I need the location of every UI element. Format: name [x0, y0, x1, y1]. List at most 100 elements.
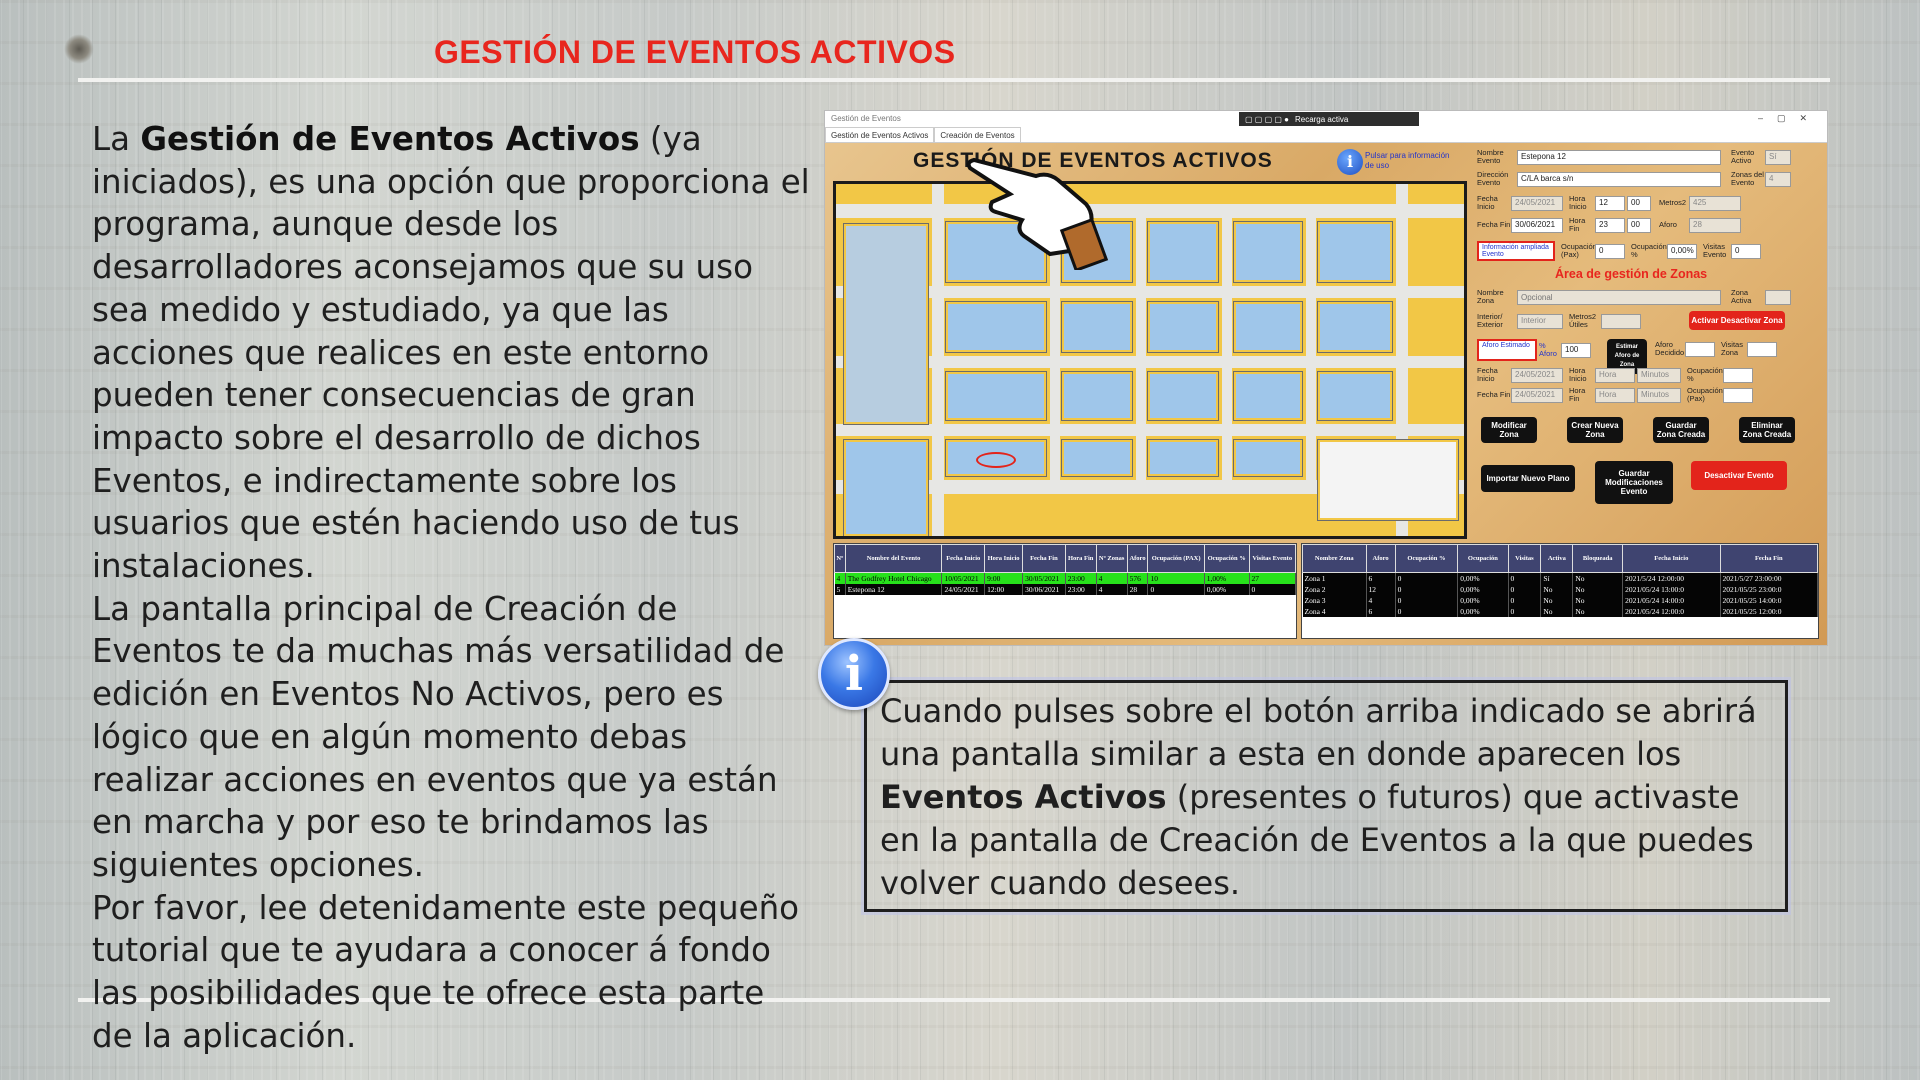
hora-fin-m[interactable]: 00	[1627, 217, 1651, 233]
zones_table-header[interactable]: Ocupación %	[1394, 544, 1459, 573]
events_table-header[interactable]: Fecha Inicio	[941, 544, 986, 573]
table-row[interactable]: Zona 4 6 0 0,00% 0 No No 2021/05/24 12:00:0 2021…	[1302, 606, 1818, 617]
importar-plano-button[interactable]: Importar Nuevo Plano	[1481, 465, 1575, 492]
zones_table-header[interactable]: Activa	[1540, 544, 1574, 573]
metros-utiles-label: Metros2 Útiles	[1569, 312, 1597, 329]
intro-paragraph-3: Por favor, lee detenidamente este pequeñ…	[92, 888, 800, 1055]
events_table-header[interactable]: Fecha Fin	[1022, 544, 1066, 573]
z-fecha-fin-field[interactable]: 24/05/2021	[1511, 387, 1563, 403]
events_table-header[interactable]: Ocupación %	[1203, 544, 1250, 573]
z-hora-fin-h[interactable]: Hora	[1595, 387, 1635, 403]
table-row[interactable]: Zona 1 6 0 0,00% 0 Sí No 2021/5/24 12:00:00 2021…	[1302, 572, 1818, 584]
zones_table-header[interactable]: Bloqueada	[1572, 544, 1624, 573]
map-block[interactable]	[843, 439, 929, 536]
table-row[interactable]: Zona 2 12 0 0,00% 0 No No 2021/05/24 13:00:0 202…	[1302, 584, 1818, 595]
map-block[interactable]	[1233, 371, 1303, 421]
table-row[interactable]: Zona 3 4 0 0,00% 0 No No 2021/05/24 14:00:0 2021…	[1302, 595, 1818, 606]
map-block[interactable]	[1233, 301, 1303, 353]
tab-gestion-activos[interactable]: Gestión de Eventos Activos	[825, 127, 935, 142]
fecha-inicio-field[interactable]: 24/05/2021	[1511, 195, 1563, 211]
map-street	[932, 184, 944, 536]
table-cell: 12:00	[984, 584, 1024, 595]
hora-inicio-label: Hora Inicio	[1569, 194, 1587, 211]
map-block[interactable]	[1147, 371, 1219, 421]
aforo-field: 28	[1689, 217, 1741, 233]
map-block[interactable]	[1233, 439, 1303, 477]
int-ext-select[interactable]: Interior	[1517, 313, 1563, 329]
aforo-decidido-field[interactable]	[1685, 341, 1715, 357]
map-block[interactable]	[1147, 439, 1219, 477]
map-block[interactable]	[1061, 371, 1133, 421]
fecha-fin-field[interactable]: 30/06/2021	[1511, 217, 1563, 233]
crear-zona-button[interactable]: Crear Nueva Zona	[1567, 417, 1623, 443]
table-row[interactable]: 4 The Godfrey Hotel Chicago 10/05/2021 9:00…	[834, 572, 1296, 584]
z-hora-fin-m[interactable]: Minutos	[1637, 387, 1681, 403]
zones_table-header[interactable]: Aforo	[1365, 544, 1396, 573]
events_table-header[interactable]: Ocupación (PAX)	[1147, 544, 1205, 573]
zones_table-header[interactable]: Nombre Zona	[1302, 544, 1367, 573]
venue-map[interactable]	[833, 181, 1467, 539]
table-row[interactable]: 5 Estepona 12 24/05/2021 12:00 30/06/2021 23:…	[834, 584, 1296, 595]
nombre-evento-field[interactable]: Estepona 12	[1517, 149, 1721, 165]
modificar-zona-button[interactable]: Modificar Zona	[1481, 417, 1537, 443]
events_table-header[interactable]: Hora Inicio	[984, 544, 1024, 573]
window-controls[interactable]: –▢✕	[1758, 113, 1821, 124]
zones_table-header[interactable]: Fecha Inicio	[1622, 544, 1721, 573]
zones_table-header[interactable]: Ocupación	[1457, 544, 1509, 573]
map-block[interactable]	[945, 371, 1047, 421]
nombre-zona-field[interactable]	[1517, 289, 1721, 305]
toolbar-label: Recarga activa	[1294, 114, 1349, 124]
events_table-header[interactable]: Nº	[834, 544, 846, 573]
z-hora-inicio-h[interactable]: Hora	[1595, 367, 1635, 383]
table-cell: No	[1540, 595, 1574, 606]
map-block[interactable]	[1061, 301, 1133, 353]
map-block[interactable]	[1317, 371, 1393, 421]
intro-text: La Gestión de Eventos Activos (ya inicia…	[92, 118, 814, 1057]
events_table-header[interactable]: Hora Fin	[1064, 544, 1097, 573]
map-block[interactable]	[1147, 221, 1219, 283]
guardar-zona-button[interactable]: Guardar Zona Creada	[1653, 417, 1709, 443]
metros-utiles-field[interactable]	[1601, 313, 1641, 329]
activar-zona-button[interactable]: Activar Desactivar Zona	[1689, 311, 1785, 330]
direccion-field[interactable]: C/LA barca s/n	[1517, 171, 1721, 187]
hora-fin-h[interactable]: 23	[1595, 217, 1625, 233]
map-block[interactable]	[843, 223, 929, 425]
evento-activo-select[interactable]: Sí	[1765, 149, 1791, 165]
table-cell: 10	[1147, 572, 1205, 584]
app-floating-toolbar[interactable]: ▢ ▢ ▢ ▢ ● Recarga activa	[1239, 112, 1419, 126]
event-form: Nombre Evento Estepona 12 Evento Activo …	[1475, 145, 1827, 543]
info-icon[interactable]: i	[1337, 149, 1363, 175]
events_table-header[interactable]: Aforo	[1126, 544, 1149, 573]
info-ampliada-button[interactable]: Información ampliada Evento	[1477, 241, 1555, 261]
table-cell: No	[1540, 606, 1574, 617]
map-block[interactable]	[1317, 221, 1393, 283]
app-window-title: Gestión de Eventos	[831, 114, 901, 123]
tab-creacion-eventos[interactable]: Creación de Eventos	[934, 127, 1021, 142]
app-titlebar: Gestión de Eventos ▢ ▢ ▢ ▢ ● Recarga act…	[825, 111, 1827, 127]
z-fecha-inicio-field[interactable]: 24/05/2021	[1511, 367, 1563, 383]
map-block[interactable]	[1317, 301, 1393, 353]
map-block[interactable]	[1233, 221, 1303, 283]
events-table[interactable]: Nº Nombre del Evento Fecha Inicio Hora Inic…	[833, 543, 1297, 639]
direccion-label: Dirección Evento	[1477, 170, 1509, 187]
zona-activa-select[interactable]	[1765, 289, 1791, 305]
eliminar-zona-button[interactable]: Eliminar Zona Creada	[1739, 417, 1795, 443]
map-street	[836, 286, 1464, 298]
z-hora-inicio-m[interactable]: Minutos	[1637, 367, 1681, 383]
guardar-modificaciones-button[interactable]: Guardar Modificaciones Evento	[1595, 461, 1673, 504]
hora-inicio-m[interactable]: 00	[1627, 195, 1651, 211]
hora-inicio-h[interactable]: 12	[1595, 195, 1625, 211]
map-street	[836, 356, 1464, 368]
zones_table-header[interactable]: Fecha Fin	[1719, 544, 1818, 573]
events_table-header[interactable]: Nombre del Evento	[844, 544, 943, 573]
events_table-header[interactable]: Nº Zonas	[1095, 544, 1128, 573]
zones-table[interactable]: Nombre Zona Aforo Ocupación % Ocupación Visi…	[1301, 543, 1819, 639]
events_table-header[interactable]: Visitas Evento	[1248, 544, 1296, 573]
table-cell: Zona 1	[1302, 572, 1367, 584]
map-block[interactable]	[945, 301, 1047, 353]
zones_table-header[interactable]: Visitas	[1507, 544, 1542, 573]
map-block[interactable]	[1147, 301, 1219, 353]
pct-aforo-field[interactable]: 100	[1561, 342, 1591, 358]
map-block[interactable]	[1061, 439, 1133, 477]
desactivar-evento-button[interactable]: Desactivar Evento	[1691, 461, 1787, 490]
